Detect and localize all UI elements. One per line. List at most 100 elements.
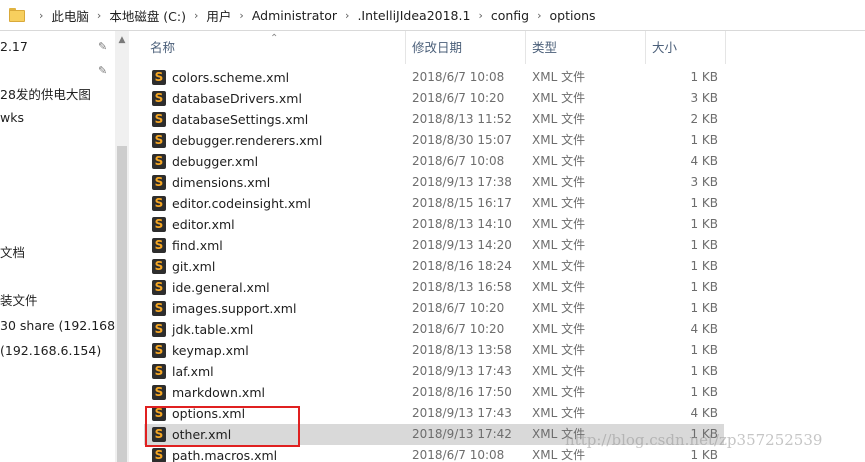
pin-icon[interactable]: ✎	[98, 41, 110, 53]
breadcrumb-item-options[interactable]: options	[550, 8, 596, 23]
nav-item[interactable]: 文档	[0, 243, 25, 263]
sublime-file-icon: S	[152, 175, 166, 190]
sublime-file-icon: S	[152, 259, 166, 274]
file-name: markdown.xml	[172, 385, 265, 400]
file-date: 2018/6/7 10:08	[412, 70, 505, 84]
nav-scrollbar[interactable]: ▲	[115, 31, 129, 462]
breadcrumb-item-local-disk[interactable]: 本地磁盘 (C:)	[109, 6, 186, 25]
file-row[interactable]: Sdebugger.renderers.xml 2018/8/30 15:07 XM…	[144, 130, 724, 151]
file-row[interactable]: Smarkdown.xml 2018/8/16 17:50 XML 文件 1 KB	[144, 382, 724, 403]
file-name: debugger.xml	[172, 154, 259, 169]
scroll-up-icon[interactable]: ▲	[117, 35, 127, 45]
breadcrumb-separator[interactable]: ›	[186, 9, 206, 22]
file-type: XML 文件	[532, 196, 586, 210]
breadcrumb-separator[interactable]: ›	[89, 9, 109, 22]
file-size: 1 KB	[690, 280, 718, 294]
file-name: find.xml	[172, 238, 223, 253]
scrollbar-thumb[interactable]	[117, 146, 127, 462]
column-name[interactable]: 名称	[144, 31, 406, 64]
file-row[interactable]: Skeymap.xml 2018/8/13 13:58 XML 文件 1 KB	[144, 340, 724, 361]
file-type: XML 文件	[532, 322, 586, 336]
file-date: 2018/8/13 16:58	[412, 280, 512, 294]
file-name: editor.codeinsight.xml	[172, 196, 311, 211]
nav-item[interactable]: 30 share (192.168.6	[0, 316, 115, 336]
file-type: XML 文件	[532, 301, 586, 315]
sublime-file-icon: S	[152, 133, 166, 148]
file-date: 2018/6/7 10:08	[412, 448, 505, 462]
nav-item[interactable]: 装文件	[0, 291, 38, 311]
file-name: laf.xml	[172, 364, 214, 379]
file-row[interactable]: Seditor.xml 2018/8/13 14:10 XML 文件 1 KB	[144, 214, 724, 235]
breadcrumb-separator[interactable]: ›	[337, 9, 357, 22]
nav-item[interactable]: (192.168.6.154)	[0, 341, 101, 361]
file-row[interactable]: SdatabaseDrivers.xml 2018/6/7 10:20 XML 文件…	[144, 88, 724, 109]
column-type[interactable]: 类型	[526, 31, 646, 64]
sublime-file-icon: S	[152, 280, 166, 295]
file-row[interactable]: Simages.support.xml 2018/6/7 10:20 XML 文件 1…	[144, 298, 724, 319]
file-size: 4 KB	[690, 154, 718, 168]
file-size: 3 KB	[690, 91, 718, 105]
file-size: 1 KB	[690, 343, 718, 357]
address-bar[interactable]: › 此电脑 › 本地磁盘 (C:) › 用户 › Administrator ›…	[0, 0, 865, 31]
file-row[interactable]: Sdimensions.xml 2018/9/13 17:38 XML 文件 3 KB	[144, 172, 724, 193]
nav-item[interactable]: 28发的供电大图	[0, 85, 91, 105]
breadcrumb-separator: ›	[39, 9, 44, 22]
file-name: databaseSettings.xml	[172, 112, 309, 127]
file-date: 2018/6/7 10:20	[412, 91, 505, 105]
file-date: 2018/9/13 17:38	[412, 175, 512, 189]
pin-icon[interactable]: ✎	[98, 65, 110, 77]
file-type: XML 文件	[532, 280, 586, 294]
file-date: 2018/8/16 17:50	[412, 385, 512, 399]
breadcrumb-item-administrator[interactable]: Administrator	[252, 8, 337, 23]
file-row[interactable]: Sfind.xml 2018/9/13 14:20 XML 文件 1 KB	[144, 235, 724, 256]
file-date: 2018/6/7 10:20	[412, 322, 505, 336]
file-date: 2018/8/13 13:58	[412, 343, 512, 357]
file-name: dimensions.xml	[172, 175, 271, 190]
file-type: XML 文件	[532, 259, 586, 273]
sublime-file-icon: S	[152, 343, 166, 358]
file-row[interactable]: Scolors.scheme.xml 2018/6/7 10:08 XML 文件 1 …	[144, 67, 724, 88]
file-type: XML 文件	[532, 343, 586, 357]
file-list: ⌃ 名称 修改日期 类型 大小 Scolors.scheme.xml 2018/6…	[129, 31, 865, 462]
breadcrumb-item-config[interactable]: config	[491, 8, 529, 23]
sublime-file-icon: S	[152, 448, 166, 462]
file-name: keymap.xml	[172, 343, 249, 358]
file-row[interactable]: Sjdk.table.xml 2018/6/7 10:20 XML 文件 4 KB	[144, 319, 724, 340]
breadcrumb-item-intellij[interactable]: .IntelliJIdea2018.1	[357, 8, 470, 23]
breadcrumb-item-users[interactable]: 用户	[206, 6, 231, 25]
breadcrumb-separator[interactable]: ›	[231, 9, 251, 22]
file-date: 2018/8/13 14:10	[412, 217, 512, 231]
sublime-file-icon: S	[152, 322, 166, 337]
nav-item[interactable]: 2.17	[0, 37, 28, 57]
sublime-file-icon: S	[152, 301, 166, 316]
file-type: XML 文件	[532, 385, 586, 399]
highlight-box	[145, 406, 300, 447]
file-size: 1 KB	[690, 238, 718, 252]
file-date: 2018/9/13 17:43	[412, 364, 512, 378]
column-size[interactable]: 大小	[646, 31, 726, 64]
file-size: 1 KB	[690, 133, 718, 147]
sublime-file-icon: S	[152, 364, 166, 379]
column-date[interactable]: 修改日期	[406, 31, 526, 64]
file-date: 2018/6/7 10:08	[412, 154, 505, 168]
file-row[interactable]: Slaf.xml 2018/9/13 17:43 XML 文件 1 KB	[144, 361, 724, 382]
file-row[interactable]: Sdebugger.xml 2018/6/7 10:08 XML 文件 4 KB	[144, 151, 724, 172]
file-date: 2018/9/13 17:42	[412, 427, 512, 441]
file-name: editor.xml	[172, 217, 235, 232]
file-size: 3 KB	[690, 175, 718, 189]
file-date: 2018/9/13 17:43	[412, 406, 512, 420]
file-name: path.macros.xml	[172, 448, 278, 462]
file-row[interactable]: Side.general.xml 2018/8/13 16:58 XML 文件 1 K…	[144, 277, 724, 298]
breadcrumb-separator[interactable]: ›	[470, 9, 490, 22]
breadcrumb-item-this-pc[interactable]: 此电脑	[51, 6, 89, 25]
file-row[interactable]: Seditor.codeinsight.xml 2018/8/15 16:17 XM…	[144, 193, 724, 214]
file-type: XML 文件	[532, 406, 586, 420]
file-row[interactable]: Sgit.xml 2018/8/16 18:24 XML 文件 1 KB	[144, 256, 724, 277]
sublime-file-icon: S	[152, 238, 166, 253]
file-row[interactable]: SdatabaseSettings.xml 2018/8/13 11:52 XML …	[144, 109, 724, 130]
nav-item[interactable]: wks	[0, 108, 24, 128]
file-name: git.xml	[172, 259, 216, 274]
file-name: images.support.xml	[172, 301, 297, 316]
file-name: colors.scheme.xml	[172, 70, 290, 85]
breadcrumb-separator[interactable]: ›	[529, 9, 549, 22]
